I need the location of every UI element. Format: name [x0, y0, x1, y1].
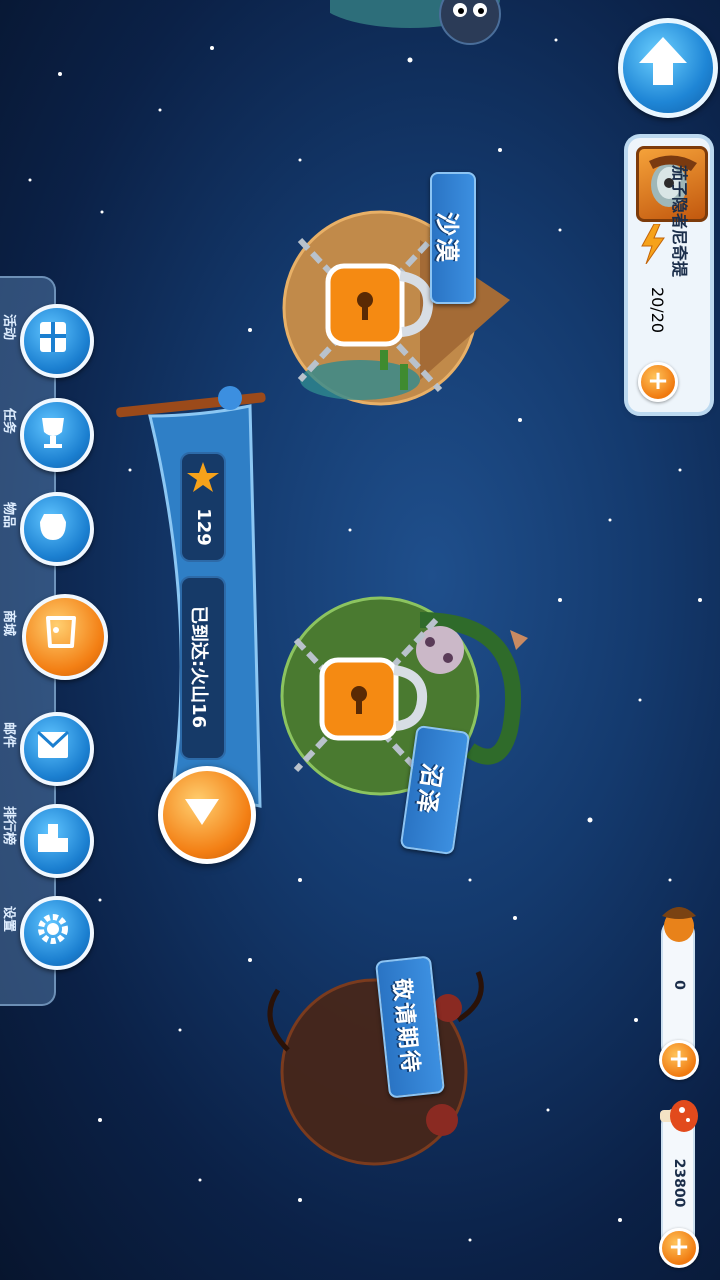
planet-desert-name: 沙漠	[433, 212, 461, 264]
menu-activity-button[interactable]	[20, 304, 94, 378]
lightning-icon	[641, 224, 665, 264]
add-mushroom-button[interactable]: +	[659, 1228, 699, 1268]
menu-quest-label: 任务	[1, 408, 16, 435]
menu-mail-button[interactable]	[20, 712, 94, 786]
mail-icon	[36, 730, 70, 758]
mushroom-icon	[660, 1100, 698, 1132]
menu-shop-label: 商城	[1, 610, 16, 637]
bag-icon	[40, 514, 66, 540]
player-name: 茄子隐者尼奇提	[670, 165, 689, 278]
menu-items-label: 物品	[1, 502, 16, 529]
gift-icon	[40, 322, 66, 352]
acorn-icon	[662, 907, 696, 942]
scroll-down-button[interactable]	[158, 766, 256, 864]
reached-level-text: 已到达:火山16	[188, 605, 209, 729]
planet-swamp-name: 沼泽	[411, 761, 447, 817]
add-energy-button[interactable]: +	[638, 362, 678, 402]
chain-lock-icon	[297, 227, 443, 393]
menu-activity-label: 活动	[1, 314, 16, 341]
trophy-icon	[42, 418, 64, 448]
energy-counter: 20/20	[648, 286, 667, 334]
menu-leaderboard-button[interactable]	[20, 804, 94, 878]
menu-items-button[interactable]	[20, 492, 94, 566]
menu-mail-label: 邮件	[1, 722, 16, 749]
add-acorn-button[interactable]: +	[659, 1040, 699, 1080]
menu-quest-button[interactable]	[20, 398, 94, 472]
cart-icon	[46, 616, 76, 648]
partial-planet-top	[330, 0, 501, 45]
mushroom-count: 23800	[671, 1158, 687, 1208]
reached-level-pill: 已到达:火山16	[180, 576, 226, 760]
menu-settings-button[interactable]	[20, 896, 94, 970]
menu-shop-button[interactable]	[22, 594, 108, 680]
menu-leaderboard-label: 排行榜	[1, 806, 16, 846]
menu-settings-label: 设置	[1, 906, 16, 933]
stars-pill: 129	[180, 452, 226, 562]
stars-count: 129	[193, 508, 214, 546]
podium-icon	[38, 824, 68, 852]
arrow-up-icon	[639, 37, 687, 85]
planet-coming-soon-name: 敬请期待	[387, 977, 423, 1076]
share-up-button[interactable]	[618, 18, 718, 118]
profile-card: 20/20 茄子隐者尼奇提 +	[628, 138, 710, 412]
star-icon	[187, 462, 219, 492]
gear-icon	[38, 914, 68, 944]
acorn-count: 0	[671, 980, 687, 990]
arrow-down-icon	[185, 799, 219, 825]
planet-desert-tag: 沙漠	[430, 172, 476, 304]
